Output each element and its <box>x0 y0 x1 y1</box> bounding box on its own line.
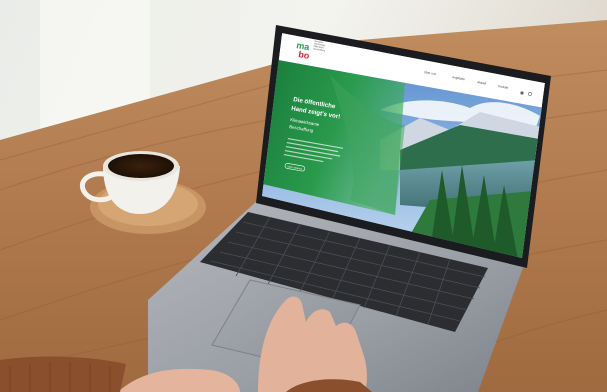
sleeve-left <box>0 356 126 392</box>
logo-mark-bottom: bo <box>298 49 311 61</box>
coffee <box>108 154 174 178</box>
photo-illustration: ma bo Netzwerk Nachhaltige Öffentliche B… <box>0 0 607 392</box>
search-icon[interactable] <box>520 91 524 95</box>
photo-scene: ma bo Netzwerk Nachhaltige Öffentliche B… <box>0 0 607 392</box>
